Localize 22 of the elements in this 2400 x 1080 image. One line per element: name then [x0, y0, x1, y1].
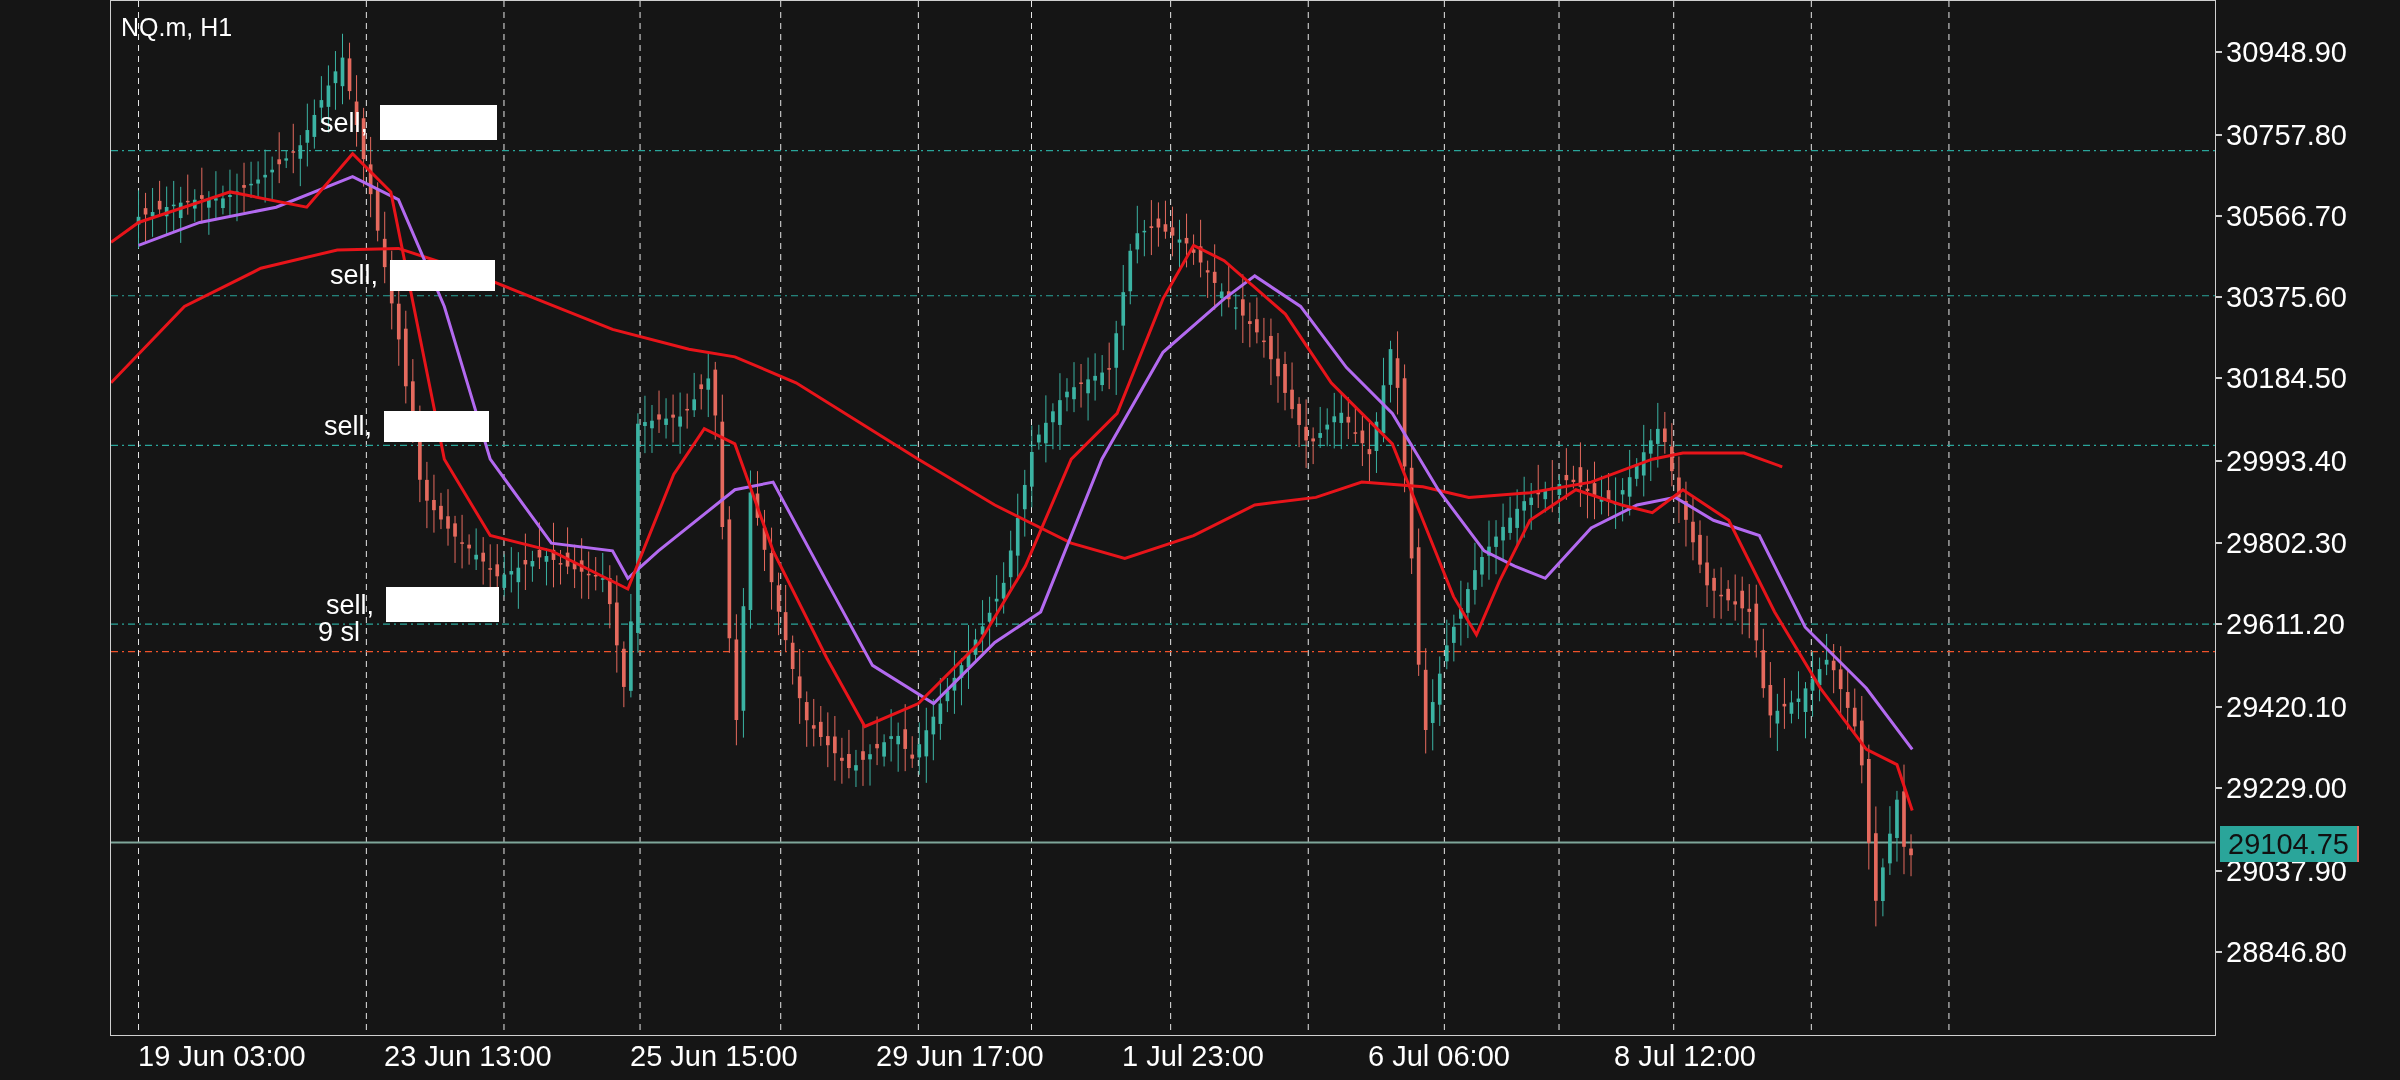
- time-label: 25 Jun 15:00: [630, 1042, 798, 1071]
- price-label: 29802.30: [2225, 528, 2347, 558]
- order-label: sell,: [324, 410, 372, 443]
- time-label: 23 Jun 13:00: [384, 1042, 552, 1071]
- price-label: 29420.10: [2225, 692, 2347, 722]
- chart-title: NQ.m, H1: [121, 15, 233, 40]
- time-label: 1 Jul 23:00: [1122, 1042, 1264, 1071]
- current-price-label: 29104.75: [2220, 826, 2359, 862]
- time-label: 19 Jun 03:00: [138, 1042, 306, 1071]
- price-label: 28846.80: [2225, 937, 2347, 967]
- price-label: 29611.20: [2225, 609, 2345, 639]
- price-label: 29229.00: [2225, 773, 2347, 803]
- price-label: 30375.60: [2225, 282, 2347, 312]
- time-label: 29 Jun 17:00: [876, 1042, 1044, 1071]
- price-label: 30566.70: [2225, 201, 2347, 231]
- time-label: 6 Jul 06:00: [1368, 1042, 1510, 1071]
- price-label: 29993.40: [2225, 446, 2347, 476]
- order-label: sell,: [330, 259, 378, 292]
- price-label: 30948.90: [2225, 37, 2347, 67]
- price-label: 30184.50: [2225, 363, 2347, 393]
- price-label: 30757.80: [2225, 120, 2347, 150]
- time-label: 8 Jul 12:00: [1614, 1042, 1756, 1071]
